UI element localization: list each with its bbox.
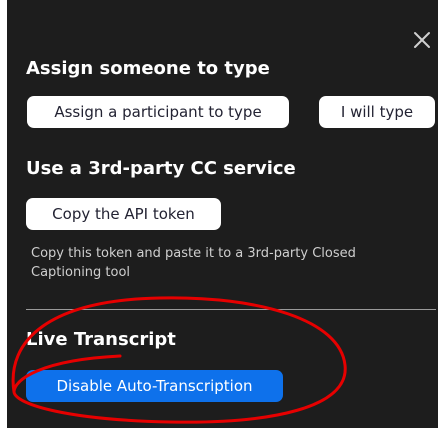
cc-section-title: Use a 3rd-party CC service <box>26 158 296 179</box>
i-will-type-button[interactable]: I will type <box>319 96 435 128</box>
captions-settings-panel: Assign someone to type Assign a particip… <box>0 0 441 428</box>
section-divider <box>26 309 436 310</box>
live-transcript-title: Live Transcript <box>26 329 176 350</box>
api-token-helper-text: Copy this token and paste it to a 3rd-pa… <box>31 246 356 280</box>
disable-auto-transcription-button[interactable]: Disable Auto-Transcription <box>26 370 283 402</box>
window-frame-edge <box>0 0 7 428</box>
assign-participant-button[interactable]: Assign a participant to type <box>27 96 289 128</box>
close-icon <box>414 32 430 48</box>
copy-api-token-button[interactable]: Copy the API token <box>26 198 221 230</box>
assign-section-title: Assign someone to type <box>26 58 270 79</box>
close-button[interactable] <box>410 28 434 52</box>
